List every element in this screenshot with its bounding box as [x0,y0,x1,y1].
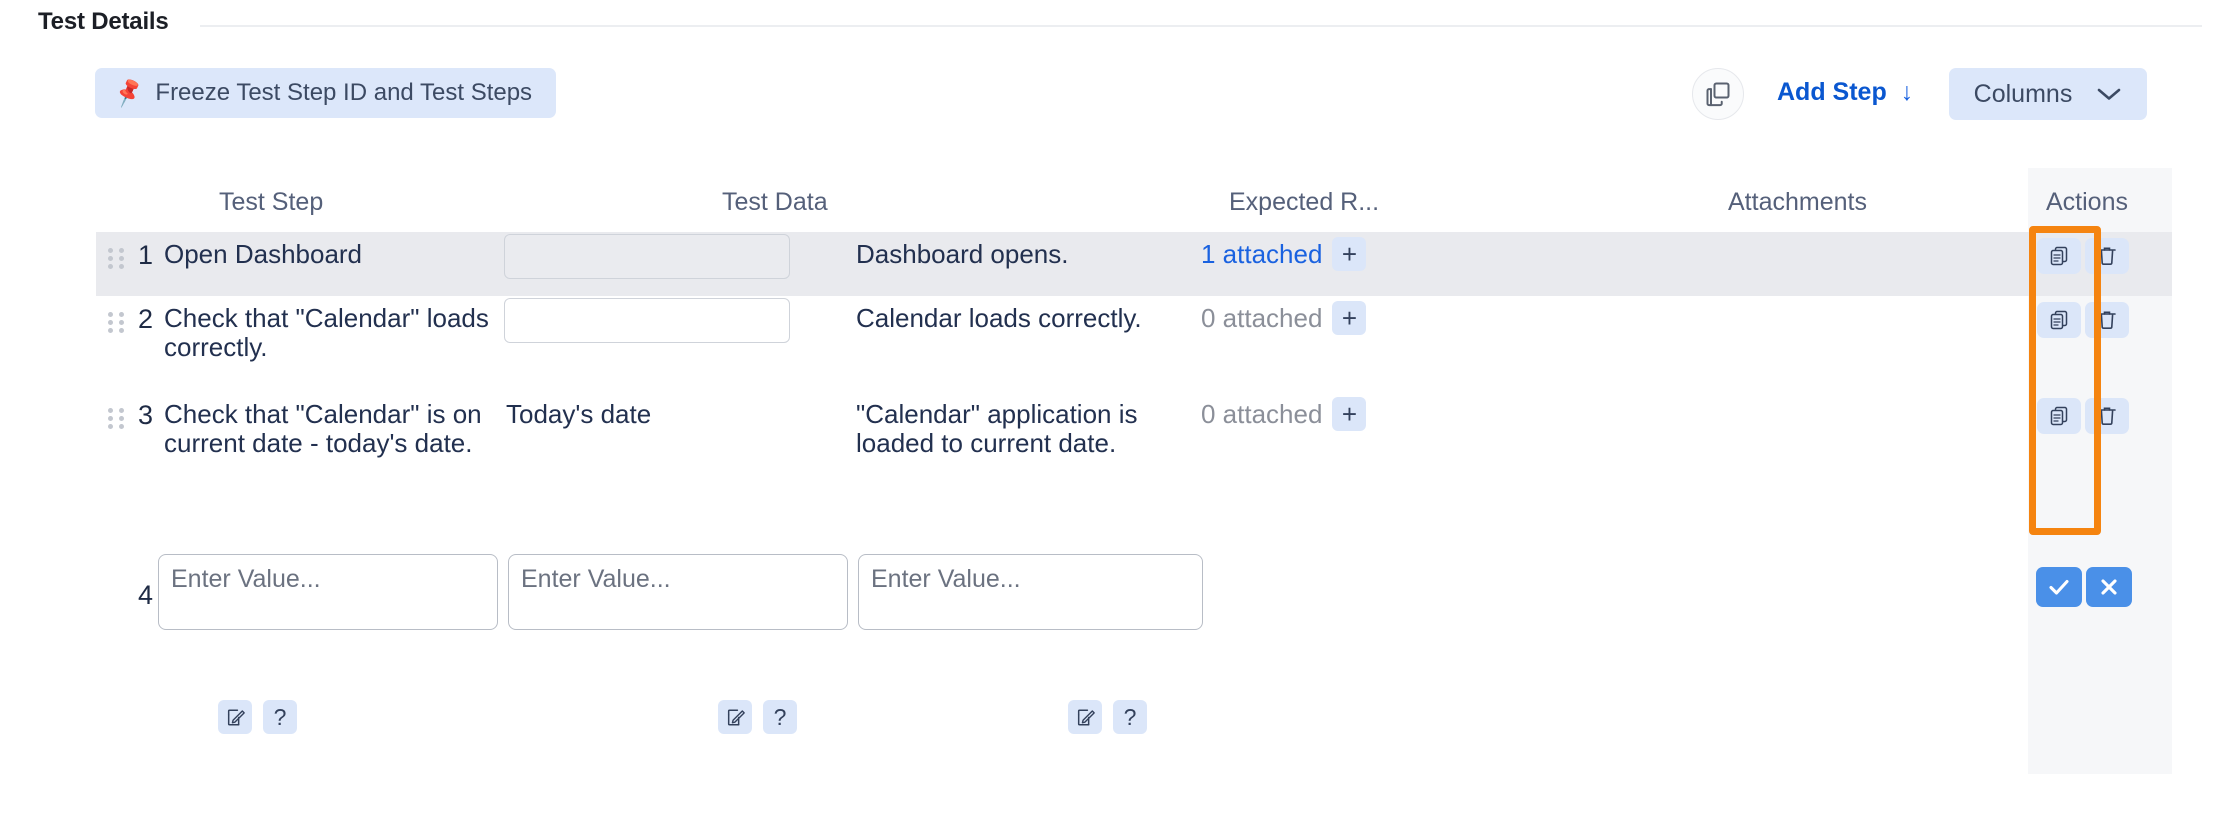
column-header-attachments[interactable]: Attachments [1728,188,1867,217]
column-header-expected-result[interactable]: Expected R... [1229,188,1379,217]
attachment-count[interactable]: 0 attached [1201,303,1322,334]
test-details-panel: Test Details 📌 Freeze Test Step ID and T… [0,0,2220,830]
add-step-button[interactable]: Add Step ↓ [1777,78,1913,107]
copy-icon [1704,80,1732,108]
cell-test-data-box[interactable] [504,298,790,343]
help-button[interactable]: ? [763,700,797,734]
close-icon [2097,575,2121,599]
add-attachment-button[interactable]: + [1332,397,1366,431]
edit-pencil-icon-button[interactable] [718,700,752,734]
delete-row-button[interactable] [2085,398,2129,434]
chevron-down-icon [2096,86,2122,102]
new-test-step-input[interactable] [158,554,498,630]
drag-handle-icon[interactable] [108,248,124,270]
column-header-actions: Actions [2046,188,2128,217]
delete-row-button[interactable] [2085,238,2129,274]
table-row[interactable]: 2 Check that "Calendar" loads correctly.… [96,296,2172,392]
cell-expected-result[interactable]: Dashboard opens. [856,240,1186,269]
delete-row-button[interactable] [2085,302,2129,338]
row-number: 2 [138,304,153,335]
cell-test-step[interactable]: Open Dashboard [164,240,494,269]
arrow-down-icon: ↓ [1901,78,1914,107]
cell-test-data-box[interactable] [504,234,790,279]
expected-result-helper-buttons: ? [1068,700,1147,734]
copy-icon [2047,308,2071,332]
edit-pencil-icon [225,707,246,728]
trash-icon [2096,404,2118,428]
row-number: 1 [138,240,153,271]
edit-pencil-icon-button[interactable] [218,700,252,734]
column-header-test-step[interactable]: Test Step [219,188,323,217]
freeze-columns-button[interactable]: 📌 Freeze Test Step ID and Test Steps [95,68,556,118]
cell-attachments: 0 attached + [1201,301,1366,335]
row-number: 4 [138,580,153,611]
cell-expected-result[interactable]: Calendar loads correctly. [856,304,1186,333]
attachment-count[interactable]: 1 attached [1201,239,1322,270]
drag-handle-icon[interactable] [108,312,124,334]
add-step-label: Add Step [1777,78,1887,107]
help-button[interactable]: ? [1113,700,1147,734]
attachment-count[interactable]: 0 attached [1201,399,1322,430]
cancel-new-step-button[interactable] [2086,567,2132,607]
header-divider [200,25,2202,27]
cell-expected-result[interactable]: "Calendar" application is loaded to curr… [856,400,1186,458]
cell-test-data[interactable]: Today's date [506,400,806,429]
section-header: Test Details [0,0,2220,44]
edit-pencil-icon [725,707,746,728]
cell-test-step[interactable]: Check that "Calendar" is on current date… [164,400,494,458]
new-test-data-input[interactable] [508,554,848,630]
freeze-columns-label: Freeze Test Step ID and Test Steps [155,79,532,107]
column-header-test-data[interactable]: Test Data [722,188,828,217]
row-number: 3 [138,400,153,431]
pushpin-icon: 📌 [112,78,145,108]
cell-test-step[interactable]: Check that "Calendar" loads correctly. [164,304,494,362]
page-title: Test Details [38,8,169,36]
edit-pencil-icon-button[interactable] [1068,700,1102,734]
new-step-row: 4 [96,554,2172,650]
table-row[interactable]: 3 Check that "Calendar" is on current da… [96,392,2172,492]
trash-icon [2096,308,2118,332]
columns-label: Columns [1974,80,2073,109]
check-icon [2046,576,2072,598]
cell-attachments: 0 attached + [1201,397,1366,431]
test-data-helper-buttons: ? [718,700,797,734]
copy-icon [2047,244,2071,268]
confirm-new-step-button[interactable] [2036,567,2082,607]
add-attachment-button[interactable]: + [1332,237,1366,271]
clone-test-steps-button[interactable] [1692,68,1744,120]
new-expected-result-input[interactable] [858,554,1203,630]
drag-handle-icon[interactable] [108,408,124,430]
table-header-row: Test Step Test Data Expected R... Attach… [0,188,2220,230]
test-step-helper-buttons: ? [218,700,297,734]
table-row[interactable]: 1 Open Dashboard Dashboard opens. 1 atta… [96,232,2172,296]
copy-row-button[interactable] [2037,398,2081,434]
copy-row-button[interactable] [2037,238,2081,274]
cell-attachments: 1 attached + [1201,237,1366,271]
copy-icon [2047,404,2071,428]
trash-icon [2096,244,2118,268]
add-attachment-button[interactable]: + [1332,301,1366,335]
copy-row-button[interactable] [2037,302,2081,338]
columns-dropdown-button[interactable]: Columns [1949,68,2147,120]
edit-pencil-icon [1075,707,1096,728]
help-button[interactable]: ? [263,700,297,734]
